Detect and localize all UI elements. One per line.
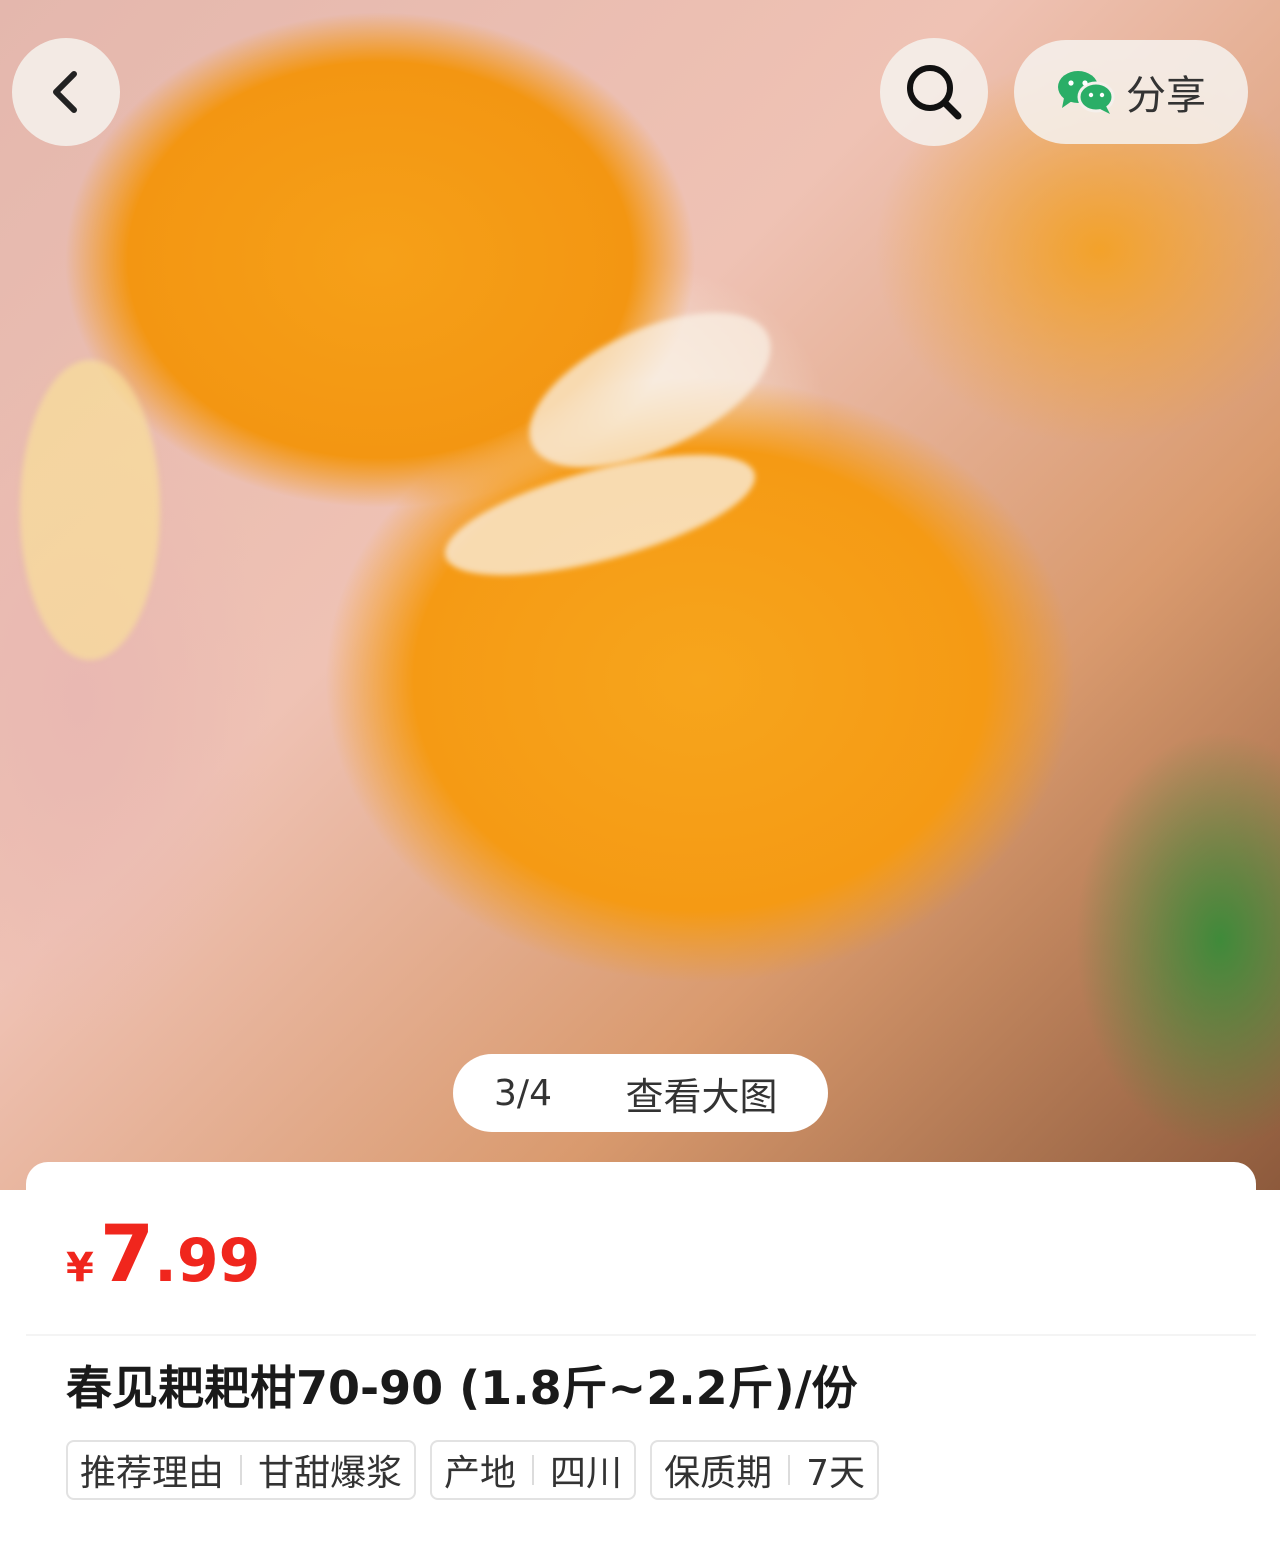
chevron-left-icon [53,71,77,113]
product-tags: 推荐理由 甘甜爆浆 产地 四川 保质期 7天 [66,1440,879,1500]
price-decimal: .99 [154,1226,261,1296]
price: ¥ 7 .99 [66,1210,260,1300]
back-button[interactable] [12,38,120,146]
tag-shelf-life: 保质期 7天 [650,1440,879,1500]
tag-origin: 产地 四川 [430,1440,637,1500]
product-title: 春见耙耙柑70-90 (1.8斤~2.2斤)/份 [66,1361,858,1415]
wechat-icon [1058,71,1115,114]
tag-key: 保质期 [664,1453,773,1494]
tag-separator [532,1455,535,1485]
share-label: 分享 [1126,73,1206,119]
image-counter: 3/4 [494,1072,552,1114]
gallery-pager[interactable]: 3/4 查看大图 [453,1054,828,1132]
tag-key: 推荐理由 [80,1453,225,1494]
product-image[interactable] [0,0,1280,1190]
image-detail [20,360,160,660]
price-integer: 7 [99,1210,155,1300]
tag-separator [788,1455,791,1485]
search-icon [907,65,962,120]
view-large-image-button[interactable]: 查看大图 [593,1066,828,1121]
share-button[interactable]: 分享 [1014,40,1248,144]
tag-value: 7天 [806,1453,865,1494]
tag-recommend-reason: 推荐理由 甘甜爆浆 [66,1440,417,1500]
tag-separator [240,1455,243,1485]
currency-symbol: ¥ [66,1245,94,1291]
product-info-card: ¥ 7 .99 春见耙耙柑70-90 (1.8斤~2.2斤)/份 推荐理由 甘甜… [26,1162,1256,1562]
tag-value: 四川 [550,1453,623,1494]
search-button[interactable] [880,38,988,146]
tag-key: 产地 [444,1453,517,1494]
divider [26,1334,1256,1336]
tag-value: 甘甜爆浆 [258,1453,403,1494]
